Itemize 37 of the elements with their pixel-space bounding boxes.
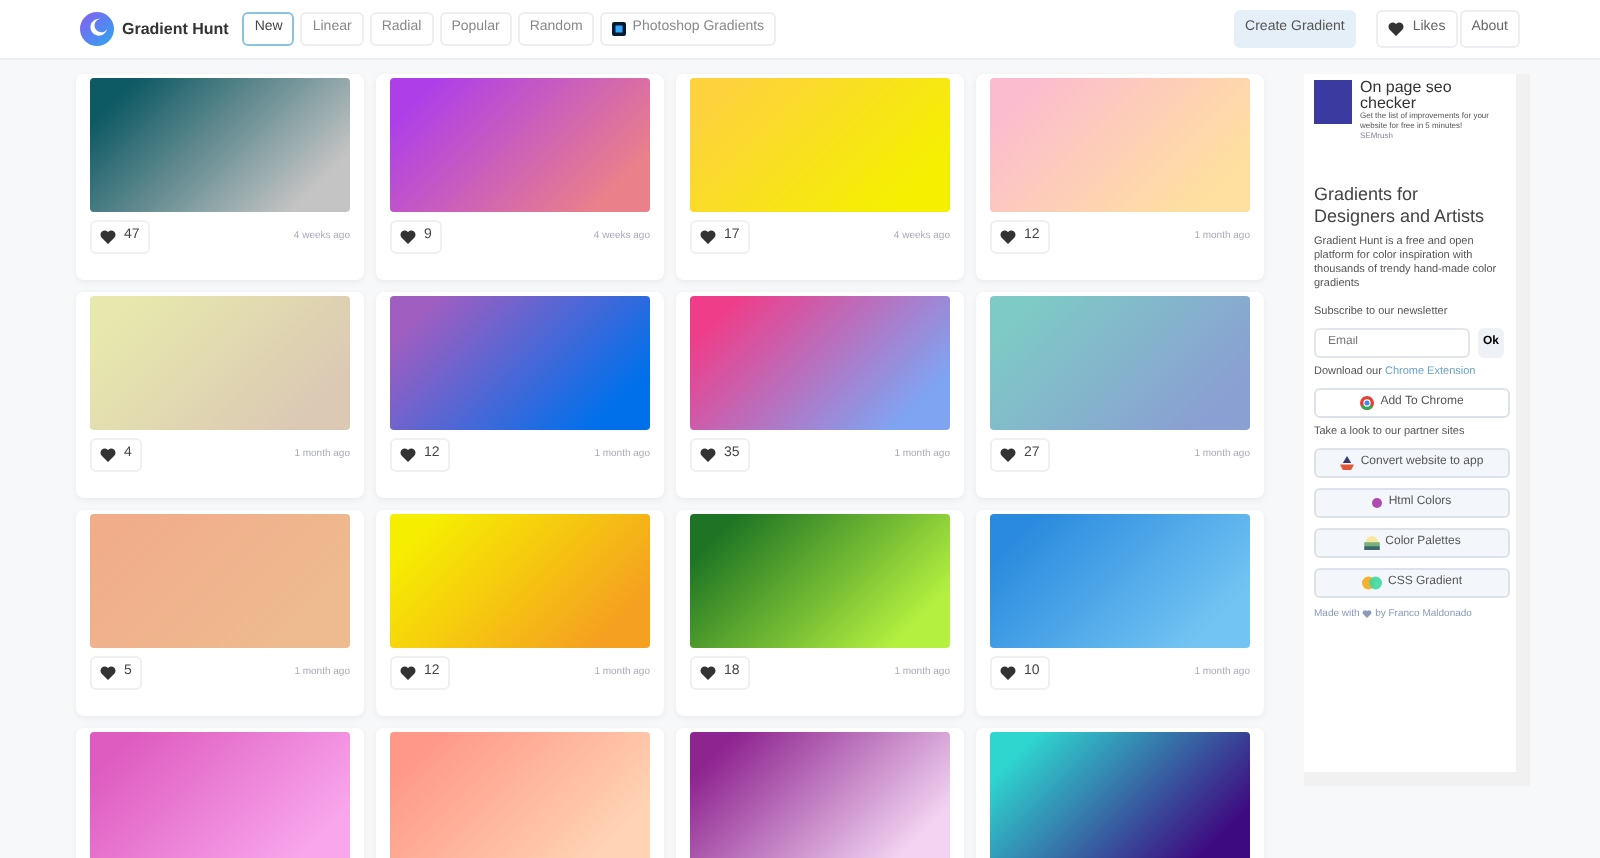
gradient-swatch[interactable] (90, 514, 350, 648)
heart-icon (1362, 609, 1373, 618)
sidebar-heading: Gradients for Designers and Artists (1314, 184, 1487, 228)
gradient-swatch[interactable] (690, 514, 950, 648)
gradient-swatch[interactable] (990, 78, 1250, 212)
gradient-swatch[interactable] (990, 296, 1250, 430)
gradient-swatch[interactable] (90, 296, 350, 430)
heart-icon (700, 665, 716, 680)
heart-icon (400, 229, 416, 244)
gradient-swatch[interactable] (690, 78, 950, 212)
brand-name[interactable]: Gradient Hunt (122, 17, 229, 41)
heart-icon (700, 229, 716, 244)
circles-icon (1361, 575, 1382, 590)
chrome-icon (1360, 395, 1375, 410)
boat-icon (1340, 455, 1355, 470)
ad-title[interactable]: On page seo checker (1360, 80, 1504, 112)
logo-icon[interactable] (80, 12, 114, 46)
heart-icon (700, 447, 716, 462)
heart-icon (100, 229, 116, 244)
heart-icon (1000, 447, 1016, 462)
ad-image[interactable] (1314, 80, 1352, 124)
gradient-swatch[interactable] (990, 514, 1250, 648)
gradient-swatch[interactable] (390, 78, 650, 212)
heart-icon (400, 447, 416, 462)
heart-icon (1388, 22, 1405, 36)
palette-icon (1363, 535, 1380, 550)
heart-icon (100, 665, 116, 680)
heart-icon (400, 665, 416, 680)
gradient-swatch[interactable] (90, 78, 350, 212)
photoshop-icon (612, 21, 627, 36)
gradient-swatch[interactable] (690, 296, 950, 430)
gradient-swatch[interactable] (390, 514, 650, 648)
dot-icon (1372, 497, 1383, 508)
heart-icon (100, 447, 116, 462)
heart-icon (1000, 229, 1016, 244)
heart-icon (1000, 665, 1016, 680)
gradient-swatch[interactable] (390, 296, 650, 430)
